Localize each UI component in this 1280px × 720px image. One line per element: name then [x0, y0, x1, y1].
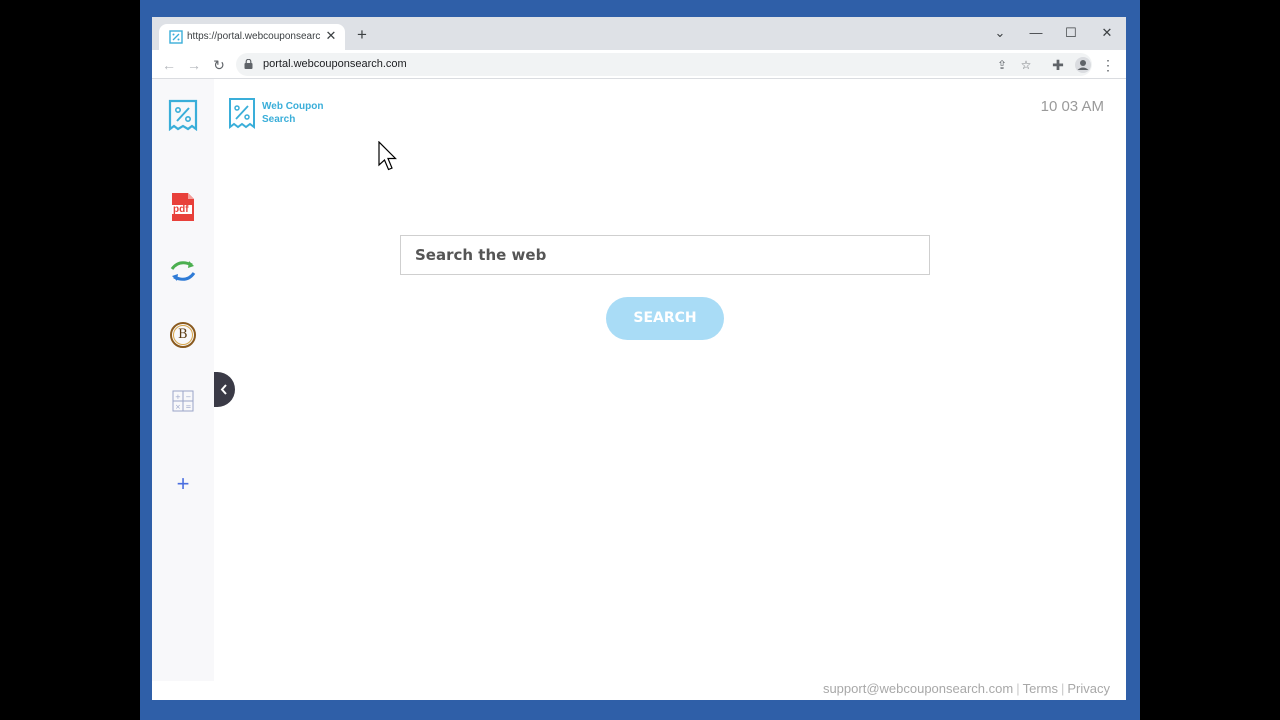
privacy-link[interactable]: Privacy — [1067, 681, 1110, 696]
search-button[interactable]: SEARCH — [606, 297, 724, 340]
browser-tab[interactable]: https://portal.webcouponsearch.c ✕ — [159, 24, 345, 50]
bookmark-star-icon[interactable]: ☆ — [1017, 56, 1035, 74]
tab-search-icon[interactable]: ⌄ — [989, 22, 1011, 44]
add-shortcut-button[interactable]: + — [167, 468, 199, 500]
logo-text: Web Coupon Search — [262, 100, 323, 126]
coupon-favicon-icon — [169, 30, 183, 44]
browser-window: https://portal.webcouponsearch.c ✕ + ⌄ —… — [152, 17, 1126, 700]
clock: 10 03 AM — [1040, 98, 1104, 115]
terms-link[interactable]: Terms — [1023, 681, 1058, 696]
collapse-sidebar-button[interactable] — [214, 372, 235, 407]
svg-text:×: × — [175, 403, 181, 411]
support-email-link[interactable]: support@webcouponsearch.com — [823, 681, 1013, 696]
bitcoin-icon[interactable]: B — [167, 319, 199, 351]
browser-toolbar: ← → ↻ portal.webcouponsearch.com ⇪ ☆ ✚ ⋮ — [152, 50, 1126, 79]
forward-icon[interactable]: → — [184, 55, 204, 75]
bitcoin-letter: B — [178, 327, 188, 342]
pdf-icon[interactable]: pdf — [167, 191, 199, 223]
chevron-left-icon — [220, 384, 227, 395]
web-page: pdf B + − × = + Web Coupon Search 10 03 … — [152, 79, 1126, 700]
tab-strip: https://portal.webcouponsearch.c ✕ + ⌄ —… — [152, 17, 1126, 50]
maximize-icon[interactable]: ☐ — [1060, 22, 1082, 44]
coupon-receipt-logo-icon — [229, 98, 255, 129]
plus-icon: + — [176, 471, 190, 496]
url-text: portal.webcouponsearch.com — [263, 58, 407, 70]
svg-text:+: + — [175, 393, 181, 401]
search-input[interactable] — [400, 235, 930, 275]
menu-kebab-icon[interactable]: ⋮ — [1098, 55, 1118, 75]
svg-text:=: = — [186, 403, 192, 411]
minimize-icon[interactable]: — — [1025, 22, 1047, 44]
close-window-icon[interactable]: ✕ — [1096, 22, 1118, 44]
logo-line-1: Web Coupon — [262, 101, 324, 112]
site-logo[interactable]: Web Coupon Search — [228, 97, 348, 131]
converter-icon[interactable] — [167, 255, 199, 287]
tab-close-icon[interactable]: ✕ — [323, 28, 339, 44]
tab-title: https://portal.webcouponsearch.c — [187, 31, 321, 42]
svg-text:−: − — [186, 393, 192, 401]
mouse-cursor-icon — [378, 141, 397, 171]
sidebar: pdf B + − × = + — [152, 79, 214, 681]
new-tab-button[interactable]: + — [354, 26, 370, 43]
footer-divider: | — [1060, 681, 1065, 696]
share-icon[interactable]: ⇪ — [993, 56, 1011, 74]
pdf-icon-label: pdf — [173, 204, 189, 215]
coupon-logo-icon[interactable] — [167, 99, 199, 131]
footer-links: support@webcouponsearch.com | Terms | Privac… — [823, 681, 1110, 696]
calculator-icon[interactable]: + − × = — [167, 385, 199, 417]
profile-icon[interactable] — [1073, 55, 1093, 75]
lock-icon — [244, 59, 253, 69]
footer-divider: | — [1016, 681, 1020, 696]
back-icon[interactable]: ← — [159, 55, 179, 75]
address-bar[interactable]: portal.webcouponsearch.com ⇪ ☆ — [236, 53, 1092, 76]
logo-line-2: Search — [262, 114, 296, 125]
extensions-icon[interactable]: ✚ — [1048, 55, 1068, 75]
reload-icon[interactable]: ↻ — [209, 55, 229, 75]
